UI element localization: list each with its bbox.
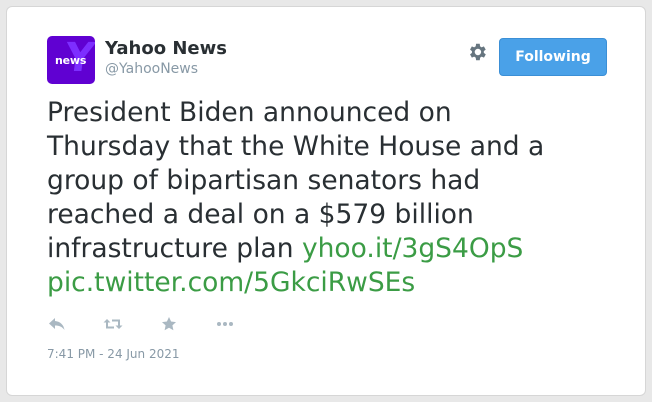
tweet-text-line: Thursday that the White House and a: [47, 131, 545, 162]
retweet-icon[interactable]: [103, 314, 123, 334]
tweet-text-line: pic.twitter.com/5GkciRwSEs: [47, 266, 627, 300]
tweet-timestamp[interactable]: 7:41 PM - 24 Jun 2021: [47, 346, 180, 362]
avatar[interactable]: Y news: [47, 36, 95, 84]
more-icon[interactable]: [215, 314, 235, 334]
pic-link[interactable]: pic.twitter.com/5GkciRwSEs: [47, 267, 415, 298]
like-star-icon[interactable]: [159, 314, 179, 334]
tweet-actions: [47, 313, 271, 335]
tweet-text-line: reached a deal on a $579 billion: [47, 199, 474, 230]
article-link[interactable]: yhoo.it/3gS4OpS: [302, 233, 523, 264]
tweet-text-line: group of bipartisan senators had: [47, 165, 481, 196]
account-handle[interactable]: @YahooNews: [105, 60, 198, 78]
avatar-logo-text: news: [55, 54, 87, 67]
tweet-text-line: President Biden announced on: [47, 97, 452, 128]
reply-icon[interactable]: [47, 314, 67, 334]
tweet-card: Y news Yahoo News @YahooNews Following P…: [6, 6, 646, 396]
tweet-text-line: infrastructure plan yhoo.it/3gS4OpS: [47, 232, 627, 266]
tweet-text: President Biden announced on Thursday th…: [47, 96, 627, 300]
following-button[interactable]: Following: [499, 38, 607, 76]
tweet-text-fragment: infrastructure plan: [47, 233, 302, 264]
gear-icon[interactable]: [466, 41, 488, 63]
account-name[interactable]: Yahoo News: [105, 38, 227, 60]
